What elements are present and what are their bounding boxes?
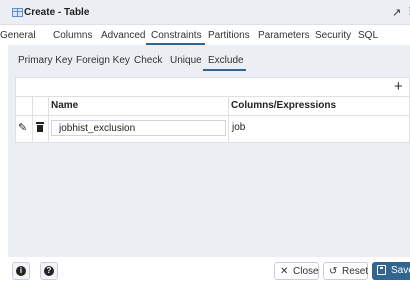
tab-advanced[interactable]: Advanced — [101, 30, 145, 41]
save-icon — [377, 265, 386, 275]
close-icon: ✕ — [280, 266, 289, 277]
tab-security[interactable]: Security — [315, 30, 351, 41]
column-divider — [228, 96, 229, 142]
reset-icon: ↺ — [329, 266, 338, 277]
tab-constraints[interactable]: Constraints — [151, 30, 202, 41]
header-columns-expressions: Columns/Expressions — [231, 100, 337, 111]
edit-row-icon[interactable]: ✎ — [18, 121, 27, 134]
subtab-foreign-key[interactable]: Foreign Key — [76, 55, 130, 66]
columns-expressions-value: job — [232, 122, 246, 133]
help-icon: ? — [44, 266, 54, 276]
save-button[interactable]: Save — [372, 262, 410, 280]
info-button[interactable]: i — [12, 262, 30, 280]
tab-sql[interactable]: SQL — [358, 30, 378, 41]
active-subtab-indicator — [203, 69, 246, 71]
expand-icon[interactable]: ↗ — [392, 6, 401, 19]
reset-label: Reset — [342, 266, 369, 277]
subtab-primary-key[interactable]: Primary Key — [18, 55, 72, 66]
subtab-unique[interactable]: Unique — [170, 55, 202, 66]
info-icon: i — [16, 266, 26, 276]
more-options-icon[interactable]: ⋮ — [405, 6, 410, 17]
dialog-title: Create - Table — [24, 7, 90, 18]
column-divider — [32, 96, 33, 142]
subtab-check[interactable]: Check — [134, 55, 162, 66]
help-button[interactable]: ? — [40, 262, 58, 280]
delete-row-icon[interactable] — [36, 122, 44, 132]
trash-lid — [36, 122, 44, 124]
close-button[interactable]: ✕ Close — [274, 262, 319, 280]
table-icon — [12, 8, 23, 17]
subtab-exclude[interactable]: Exclude — [208, 55, 244, 66]
save-label: Save — [391, 265, 410, 276]
header-name: Name — [51, 100, 79, 111]
add-row-button[interactable]: + — [394, 78, 403, 95]
tab-general[interactable]: General — [0, 30, 36, 41]
tab-parameters[interactable]: Parameters — [258, 30, 310, 41]
column-divider — [48, 96, 49, 142]
close-label: Close — [293, 266, 319, 277]
constraint-name-input[interactable] — [51, 120, 226, 136]
tab-partitions[interactable]: Partitions — [208, 30, 250, 41]
trash-bin — [37, 125, 43, 132]
tab-columns[interactable]: Columns — [53, 30, 92, 41]
reset-button[interactable]: ↺ Reset — [323, 262, 368, 280]
